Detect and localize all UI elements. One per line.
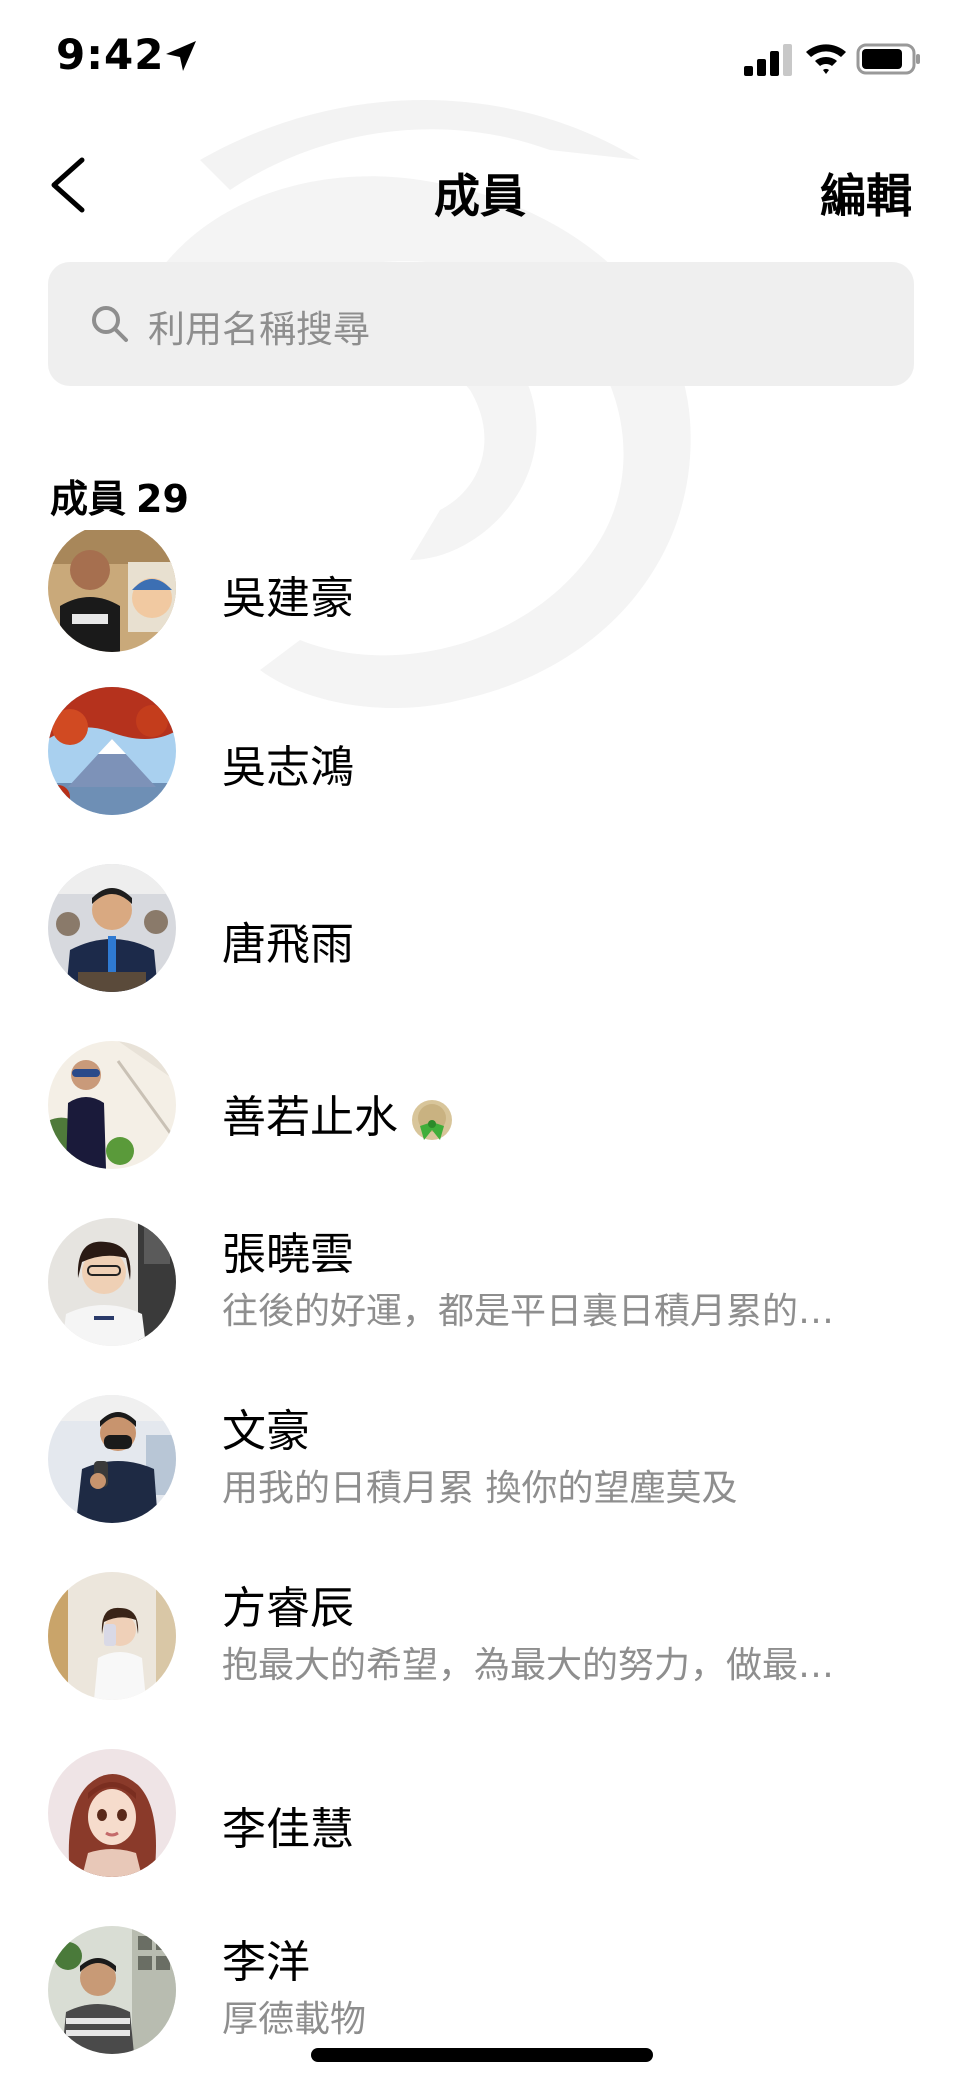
avatar	[48, 864, 176, 992]
member-name: 吳建豪	[222, 573, 354, 624]
member-row[interactable]: 吳志鴻	[0, 687, 960, 837]
member-list: 吳建豪 吳志鴻 唐飛雨 善若止水 張曉雲 往後的好運，都是平日裏日積月累的… 文…	[0, 530, 960, 2079]
member-name: 文豪	[222, 1406, 310, 1457]
member-row[interactable]: 吳建豪	[0, 530, 960, 674]
member-name-text: 善若止水	[222, 1092, 398, 1143]
status-bar: 9:42	[0, 0, 960, 120]
avatar	[48, 1041, 176, 1169]
member-bio: 往後的好運，都是平日裏日積月累的…	[222, 1291, 835, 1332]
member-row[interactable]: 方睿辰 抱最大的希望，為最大的努力，做最…	[0, 1572, 960, 1722]
edit-button[interactable]: 編輯	[820, 160, 912, 226]
home-indicator	[311, 2048, 653, 2062]
member-name: 李佳慧	[222, 1804, 354, 1855]
member-bio: 用我的日積月累 換你的望塵莫及	[222, 1468, 738, 1509]
member-name: 吳志鴻	[222, 742, 354, 793]
page-title: 成員	[434, 169, 526, 223]
avatar	[48, 1395, 176, 1523]
avatar	[48, 1572, 176, 1700]
cellular-signal-icon	[744, 44, 792, 76]
location-arrow-icon	[166, 41, 196, 71]
member-row[interactable]: 李佳慧	[0, 1749, 960, 1899]
search-placeholder: 利用名稱搜尋	[148, 308, 370, 351]
status-time: 9:42	[56, 30, 165, 79]
member-row[interactable]: 善若止水	[0, 1041, 960, 1191]
search-icon	[92, 306, 128, 342]
member-row[interactable]: 唐飛雨	[0, 864, 960, 1014]
avatar	[48, 1926, 176, 2054]
member-row[interactable]: 張曉雲 往後的好運，都是平日裏日積月累的…	[0, 1218, 960, 1368]
avatar	[48, 530, 176, 652]
member-name: 李洋	[222, 1937, 310, 1988]
wifi-icon	[806, 44, 846, 74]
avatar	[48, 687, 176, 815]
member-name: 善若止水	[222, 1081, 460, 1148]
avatar	[48, 1218, 176, 1346]
members-count: 29	[136, 477, 189, 521]
navigation-bar: 成員 編輯	[0, 130, 960, 240]
search-input[interactable]: 利用名稱搜尋	[48, 262, 914, 386]
avatar	[48, 1749, 176, 1877]
member-name: 唐飛雨	[222, 919, 354, 970]
members-section-label: 成員	[50, 477, 127, 521]
battery-icon	[856, 43, 920, 75]
green-bow-bun-icon	[412, 1100, 452, 1140]
member-name: 方睿辰	[222, 1583, 354, 1634]
member-bio: 抱最大的希望，為最大的努力，做最…	[222, 1645, 835, 1686]
member-name: 張曉雲	[222, 1229, 354, 1280]
members-section-header: 成員 29	[50, 468, 189, 523]
member-row[interactable]: 文豪 用我的日積月累 換你的望塵莫及	[0, 1395, 960, 1545]
member-bio: 厚德載物	[222, 1999, 367, 2040]
